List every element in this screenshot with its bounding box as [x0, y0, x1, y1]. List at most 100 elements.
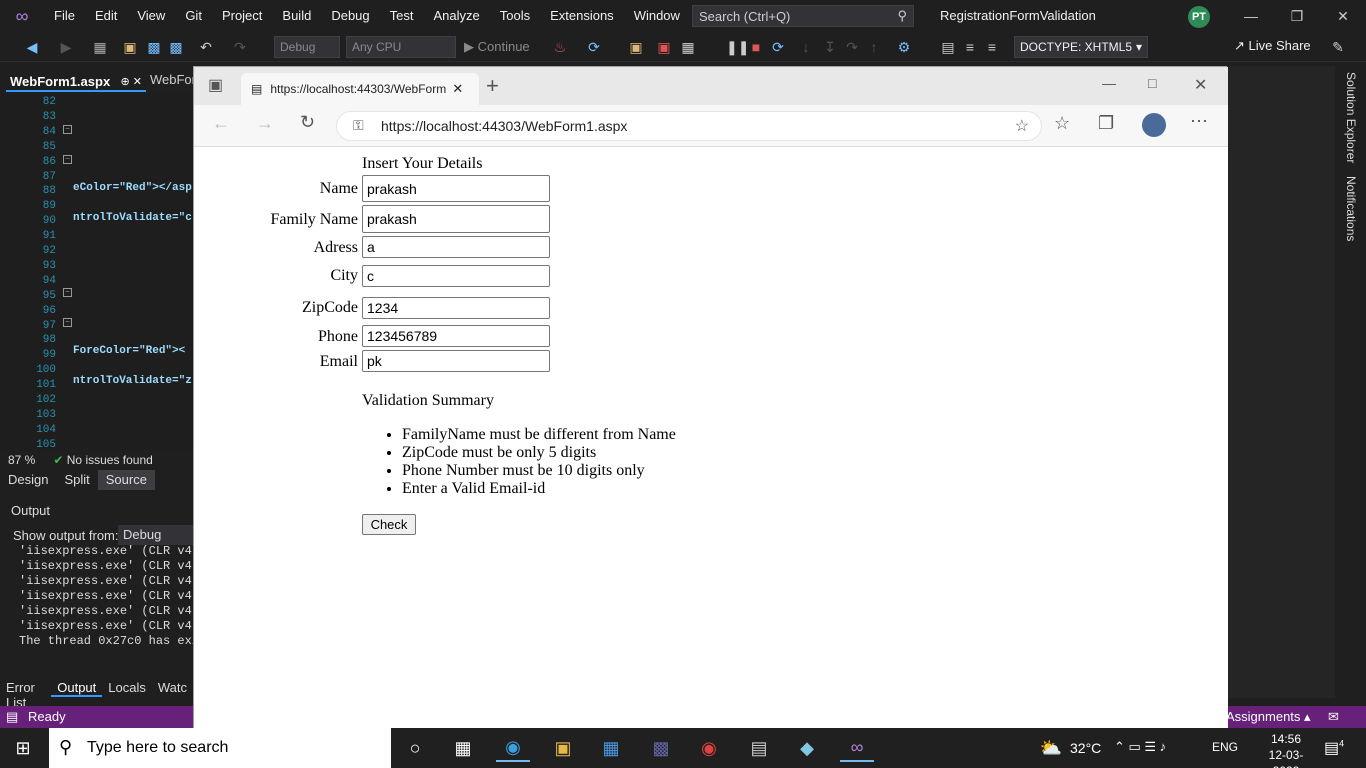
tab-solution-explorer[interactable]: Solution Explorer — [1344, 72, 1358, 163]
menu-extensions[interactable]: Extensions — [540, 0, 624, 32]
save-all-icon[interactable]: ▩ — [168, 39, 184, 55]
document-icon[interactable]: ▤ — [940, 39, 956, 55]
forward-nav-icon[interactable]: ▶ — [58, 39, 74, 55]
menu-analyze[interactable]: Analyze — [423, 0, 489, 32]
document-tab-webform[interactable]: WebForm — [148, 72, 207, 92]
tray-icons[interactable]: ⌃ ▭ ☰ ♪ — [1114, 739, 1166, 755]
visual-studio-icon[interactable]: ∞ — [840, 734, 874, 762]
redo-icon[interactable]: ↷ — [232, 39, 248, 55]
fold-toggle-icon[interactable]: − — [63, 125, 72, 134]
app-icon[interactable]: ◆ — [790, 734, 824, 762]
tab-error-list[interactable]: Error List — [0, 679, 51, 710]
folder-icon[interactable]: ▣ — [628, 39, 644, 55]
restore-icon[interactable]: ❐ — [1274, 0, 1320, 32]
edge-icon[interactable]: ◉ — [496, 734, 530, 762]
new-tab-icon[interactable]: + — [486, 73, 499, 99]
assignments-button[interactable]: Assignments ▴ — [1226, 709, 1311, 725]
weather-icon[interactable]: ⛅ — [1034, 734, 1068, 762]
minimize-icon[interactable]: — — [1228, 0, 1274, 32]
name-input[interactable] — [362, 175, 550, 202]
menu-git[interactable]: Git — [175, 0, 212, 32]
store-icon[interactable]: ▦ — [594, 734, 628, 762]
restart-icon[interactable]: ⟳ — [770, 39, 786, 55]
forward-icon[interactable]: → — [256, 113, 274, 134]
show-output-from-combo[interactable]: Debug — [118, 525, 193, 545]
close-icon[interactable]: ✕ — [1194, 75, 1207, 95]
windows-start-icon[interactable]: ⊞ — [6, 734, 40, 762]
open-folder-icon[interactable]: ▣ — [122, 39, 138, 55]
clock[interactable]: 14:56 12-03-2022 — [1258, 731, 1314, 768]
phone-input[interactable] — [362, 325, 550, 347]
task-view-icon[interactable]: ▦ — [446, 734, 480, 762]
issues-indicator[interactable]: ✔ No issues found — [53, 453, 152, 467]
chrome-icon[interactable]: ◉ — [692, 734, 726, 762]
menu-view[interactable]: View — [127, 0, 175, 32]
close-tab-icon[interactable]: ✕ — [452, 81, 463, 97]
close-icon[interactable]: ✕ — [1320, 0, 1366, 32]
document-tab-webform1[interactable]: WebForm1.aspx ⊕ ✕ — [6, 72, 146, 92]
toolbox-icon[interactable]: ▣ — [656, 39, 672, 55]
layout-icon[interactable]: ▦ — [680, 39, 696, 55]
fold-toggle-icon[interactable]: − — [63, 318, 72, 327]
file-explorer-icon[interactable]: ▣ — [546, 734, 580, 762]
add-favorite-icon[interactable]: ☆ — [1015, 116, 1029, 136]
menu-test[interactable]: Test — [380, 0, 424, 32]
diagnostics-icon[interactable]: ⚙ — [896, 39, 912, 55]
back-nav-icon[interactable]: ◀ — [24, 39, 40, 55]
cortana-icon[interactable]: ○ — [398, 734, 432, 762]
url-input[interactable]: ⚿ https://localhost:44303/WebForm1.aspx … — [336, 111, 1042, 141]
undo-icon[interactable]: ↶ — [198, 39, 214, 55]
notepad-icon[interactable]: ▤ — [742, 734, 776, 762]
temperature[interactable]: 32°C — [1070, 740, 1101, 756]
city-input[interactable] — [362, 265, 550, 287]
collections-icon[interactable]: ❐ — [1098, 113, 1114, 134]
feedback-icon[interactable]: ✎ — [1330, 39, 1346, 55]
user-avatar[interactable]: PT — [1188, 6, 1210, 28]
tab-split[interactable]: Split — [56, 470, 97, 490]
family-name-input[interactable] — [362, 205, 550, 233]
fold-toggle-icon[interactable]: − — [63, 288, 72, 297]
refresh-icon[interactable]: ↻ — [300, 112, 315, 133]
menu-build[interactable]: Build — [272, 0, 321, 32]
menu-edit[interactable]: Edit — [85, 0, 127, 32]
tab-source[interactable]: Source — [97, 470, 155, 490]
menu-project[interactable]: Project — [212, 0, 272, 32]
step-back-icon[interactable]: ↷ — [844, 39, 860, 55]
tab-actions-icon[interactable]: ▣ — [208, 75, 223, 95]
taskbar-search-box[interactable]: ⚲ Type here to search — [49, 728, 391, 768]
refresh-icon[interactable]: ⟳ — [586, 39, 602, 55]
back-icon[interactable]: ← — [212, 113, 230, 134]
format-icon[interactable]: ≡ — [984, 39, 1000, 55]
step-out-icon[interactable]: ↑ — [866, 39, 882, 55]
menu-file[interactable]: File — [44, 0, 85, 32]
notification-center-icon[interactable]: ▤4 — [1324, 738, 1344, 758]
code-editor[interactable]: 82 83 84 85 86 87 88 89 90 91 92 93 94 95 96 97 98 99 100 1… — [0, 94, 193, 451]
config-combo[interactable]: Debug — [274, 36, 340, 58]
menu-tools[interactable]: Tools — [490, 0, 540, 32]
live-share-button[interactable]: ↗ Live Share — [1234, 38, 1311, 54]
address-input[interactable] — [362, 236, 550, 258]
check-button[interactable]: Check — [362, 514, 416, 535]
maximize-icon[interactable]: □ — [1148, 75, 1156, 91]
language[interactable]: ENG — [1212, 740, 1238, 754]
zipcode-input[interactable] — [362, 297, 550, 319]
menu-window[interactable]: Window — [624, 0, 690, 32]
indent-icon[interactable]: ≡ — [962, 39, 978, 55]
stop-icon[interactable]: ■ — [748, 39, 764, 55]
step-over-icon[interactable]: ↧ — [822, 39, 838, 55]
notification-bell-icon[interactable]: ✉ — [1328, 709, 1339, 725]
favorites-icon[interactable]: ☆ — [1054, 113, 1070, 134]
tab-locals[interactable]: Locals — [102, 679, 152, 697]
hot-reload-icon[interactable]: ♨ — [552, 39, 568, 55]
browser-tab[interactable]: ▤ https://localhost:44303/WebForm ✕ — [241, 73, 479, 105]
minimize-icon[interactable]: — — [1102, 75, 1116, 91]
tab-notifications[interactable]: Notifications — [1344, 176, 1358, 241]
zoom-level[interactable]: 87 % — [8, 453, 35, 467]
tab-design[interactable]: Design — [0, 470, 56, 490]
more-icon[interactable]: ⋯ — [1190, 111, 1208, 132]
save-icon[interactable]: ▩ — [146, 39, 162, 55]
pause-icon[interactable]: ❚❚ — [726, 39, 749, 55]
platform-combo[interactable]: Any CPU — [346, 36, 456, 58]
vs-search-box[interactable]: Search (Ctrl+Q) ⚲ — [692, 5, 914, 27]
teams-icon[interactable]: ▩ — [644, 734, 678, 762]
